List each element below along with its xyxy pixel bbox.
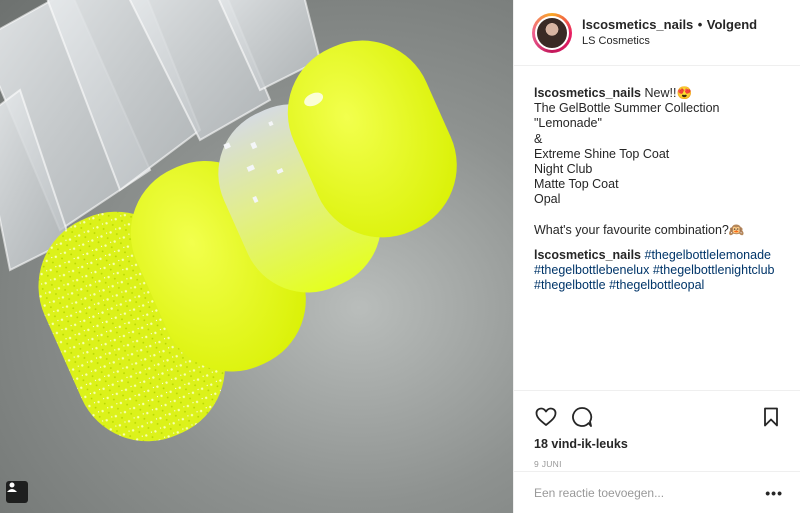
like-count[interactable]: 18 vind-ik-leuks — [534, 437, 783, 451]
post-sidebar: lscosmetics_nails • Volgend LS Cosmetics… — [513, 0, 800, 513]
caption-line: Extreme Shine Top Coat — [534, 146, 670, 161]
caption-line: Opal — [534, 192, 561, 207]
post-date[interactable]: 9 JUNI — [534, 459, 783, 469]
hashtag-link[interactable]: #thegelbottleopal — [609, 278, 704, 292]
avatar-photo — [535, 15, 569, 50]
header-username[interactable]: lscosmetics_nails — [582, 17, 693, 32]
hashtag-link[interactable]: #thegelbottlenightclub — [653, 263, 775, 277]
hashtag-link[interactable]: #thegelbottlelemonade — [645, 248, 772, 262]
caption-question: What's your favourite combination?🙉 — [534, 222, 745, 237]
caption-line: The GelBottle Summer Collection — [534, 101, 720, 116]
nail-swatches-image — [0, 0, 457, 442]
caption-author[interactable]: lscosmetics_nails — [534, 86, 641, 100]
comment-author[interactable]: lscosmetics_nails — [534, 248, 641, 262]
user-tag-icon[interactable] — [6, 481, 28, 503]
hashtag-comment: lscosmetics_nails #thegelbottlelemonade … — [534, 248, 782, 294]
post-photo[interactable] — [0, 0, 513, 513]
follow-button[interactable]: Volgend — [707, 17, 757, 32]
post-actions: 18 vind-ik-leuks 9 JUNI — [514, 390, 800, 469]
header-text: lscosmetics_nails • Volgend LS Cosmetics — [582, 16, 757, 50]
caption-first-line: New!!😍 — [644, 86, 693, 100]
hashtag-link[interactable]: #thegelbottle — [534, 278, 606, 292]
caption-line: Matte Top Coat — [534, 177, 619, 192]
header-separator: • — [697, 16, 703, 32]
caption-line: Night Club — [534, 162, 593, 177]
comment-input[interactable] — [534, 485, 766, 500]
hashtag-link[interactable]: #thegelbottlebenelux — [534, 263, 649, 277]
avatar[interactable] — [532, 12, 572, 53]
comment-bubble-icon[interactable] — [570, 405, 594, 429]
more-options-icon[interactable]: ••• — [765, 485, 783, 501]
heart-icon[interactable] — [534, 405, 558, 429]
caption-line: "Lemonade" — [534, 116, 602, 131]
bookmark-icon[interactable] — [759, 405, 783, 429]
caption-line: & — [534, 131, 543, 146]
post-header: lscosmetics_nails • Volgend LS Cosmetics — [514, 0, 800, 66]
caption: lscosmetics_nails New!!😍 The GelBottle S… — [514, 66, 800, 294]
location-link[interactable]: LS Cosmetics — [582, 33, 757, 50]
add-comment-bar: ••• — [514, 471, 800, 513]
